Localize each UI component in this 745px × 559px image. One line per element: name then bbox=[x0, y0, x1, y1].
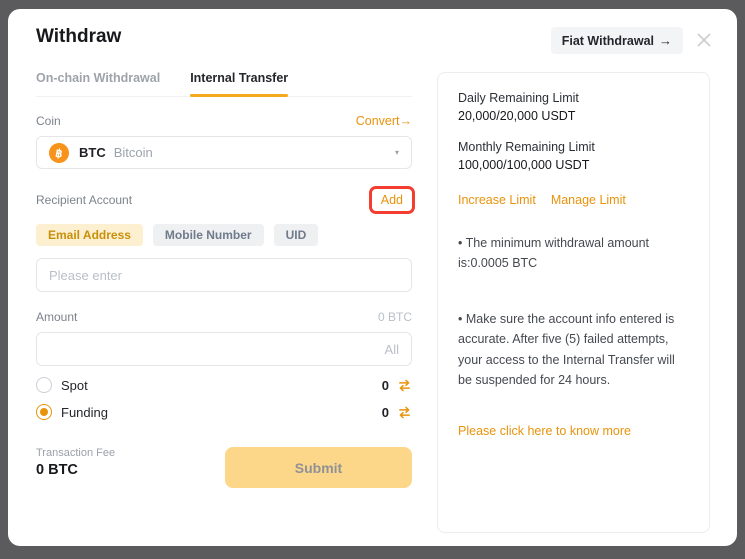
funding-balance: 0 bbox=[382, 405, 389, 420]
chevron-down-icon: ▾ bbox=[395, 148, 399, 157]
recipient-account-label: Recipient Account bbox=[36, 193, 132, 207]
add-highlight-box: Add bbox=[369, 186, 415, 214]
limits-info-panel: Daily Remaining Limit 20,000/20,000 USDT… bbox=[437, 72, 710, 533]
convert-link[interactable]: Convert→ bbox=[356, 114, 412, 128]
funding-transfer-icon[interactable] bbox=[397, 405, 412, 420]
tab-on-chain-withdrawal[interactable]: On-chain Withdrawal bbox=[36, 71, 160, 96]
spot-balance: 0 bbox=[382, 378, 389, 393]
withdrawal-tabs: On-chain Withdrawal Internal Transfer bbox=[36, 71, 412, 97]
know-more-link[interactable]: Please click here to know more bbox=[458, 422, 631, 440]
increase-limit-link[interactable]: Increase Limit bbox=[458, 191, 536, 209]
withdraw-dialog: Withdraw Fiat Withdrawal → On-chain With… bbox=[8, 9, 737, 546]
daily-limit-label: Daily Remaining Limit bbox=[458, 89, 689, 107]
spot-label: Spot bbox=[61, 378, 88, 393]
spot-account-row: Spot 0 bbox=[36, 377, 412, 393]
spot-transfer-icon[interactable] bbox=[397, 378, 412, 393]
amount-input[interactable] bbox=[36, 332, 412, 366]
recipient-input[interactable] bbox=[36, 258, 412, 292]
amount-balance: 0 BTC bbox=[378, 310, 412, 324]
btc-icon: ฿ bbox=[47, 141, 70, 164]
tab-internal-transfer[interactable]: Internal Transfer bbox=[190, 71, 288, 96]
manage-limit-link[interactable]: Manage Limit bbox=[551, 191, 626, 209]
daily-limit-value: 20,000/20,000 USDT bbox=[458, 107, 689, 125]
monthly-limit-value: 100,000/100,000 USDT bbox=[458, 156, 689, 174]
chip-mobile-number[interactable]: Mobile Number bbox=[153, 224, 264, 246]
close-icon[interactable] bbox=[695, 31, 713, 49]
transaction-fee-block: Transaction Fee 0 BTC bbox=[36, 447, 115, 478]
spot-radio[interactable] bbox=[36, 377, 52, 393]
account-accuracy-note: • Make sure the account info entered is … bbox=[458, 309, 689, 390]
funding-label: Funding bbox=[61, 405, 108, 420]
chip-uid[interactable]: UID bbox=[274, 224, 319, 246]
coin-select[interactable]: ฿ BTC Bitcoin ▾ bbox=[36, 136, 412, 169]
funding-radio[interactable] bbox=[36, 404, 52, 420]
chip-email-address[interactable]: Email Address bbox=[36, 224, 143, 246]
dialog-title: Withdraw bbox=[36, 26, 121, 48]
withdraw-form: On-chain Withdrawal Internal Transfer Co… bbox=[36, 71, 412, 488]
funding-account-row: Funding 0 bbox=[36, 404, 412, 420]
monthly-limit-label: Monthly Remaining Limit bbox=[458, 138, 689, 156]
coin-label: Coin bbox=[36, 114, 61, 128]
add-recipient-link[interactable]: Add bbox=[381, 193, 403, 207]
amount-label: Amount bbox=[36, 310, 77, 324]
transaction-fee-label: Transaction Fee bbox=[36, 447, 115, 459]
fiat-withdrawal-button[interactable]: Fiat Withdrawal → bbox=[551, 27, 683, 54]
submit-button[interactable]: Submit bbox=[225, 447, 412, 488]
fiat-withdrawal-label: Fiat Withdrawal bbox=[562, 34, 654, 48]
min-withdrawal-note: • The minimum withdrawal amount is:0.000… bbox=[458, 233, 689, 274]
coin-name: Bitcoin bbox=[114, 145, 153, 160]
coin-symbol: BTC bbox=[79, 145, 106, 160]
transaction-fee-value: 0 BTC bbox=[36, 462, 115, 478]
arrow-right-icon: → bbox=[659, 33, 672, 48]
recipient-type-chips: Email Address Mobile Number UID bbox=[36, 224, 412, 246]
